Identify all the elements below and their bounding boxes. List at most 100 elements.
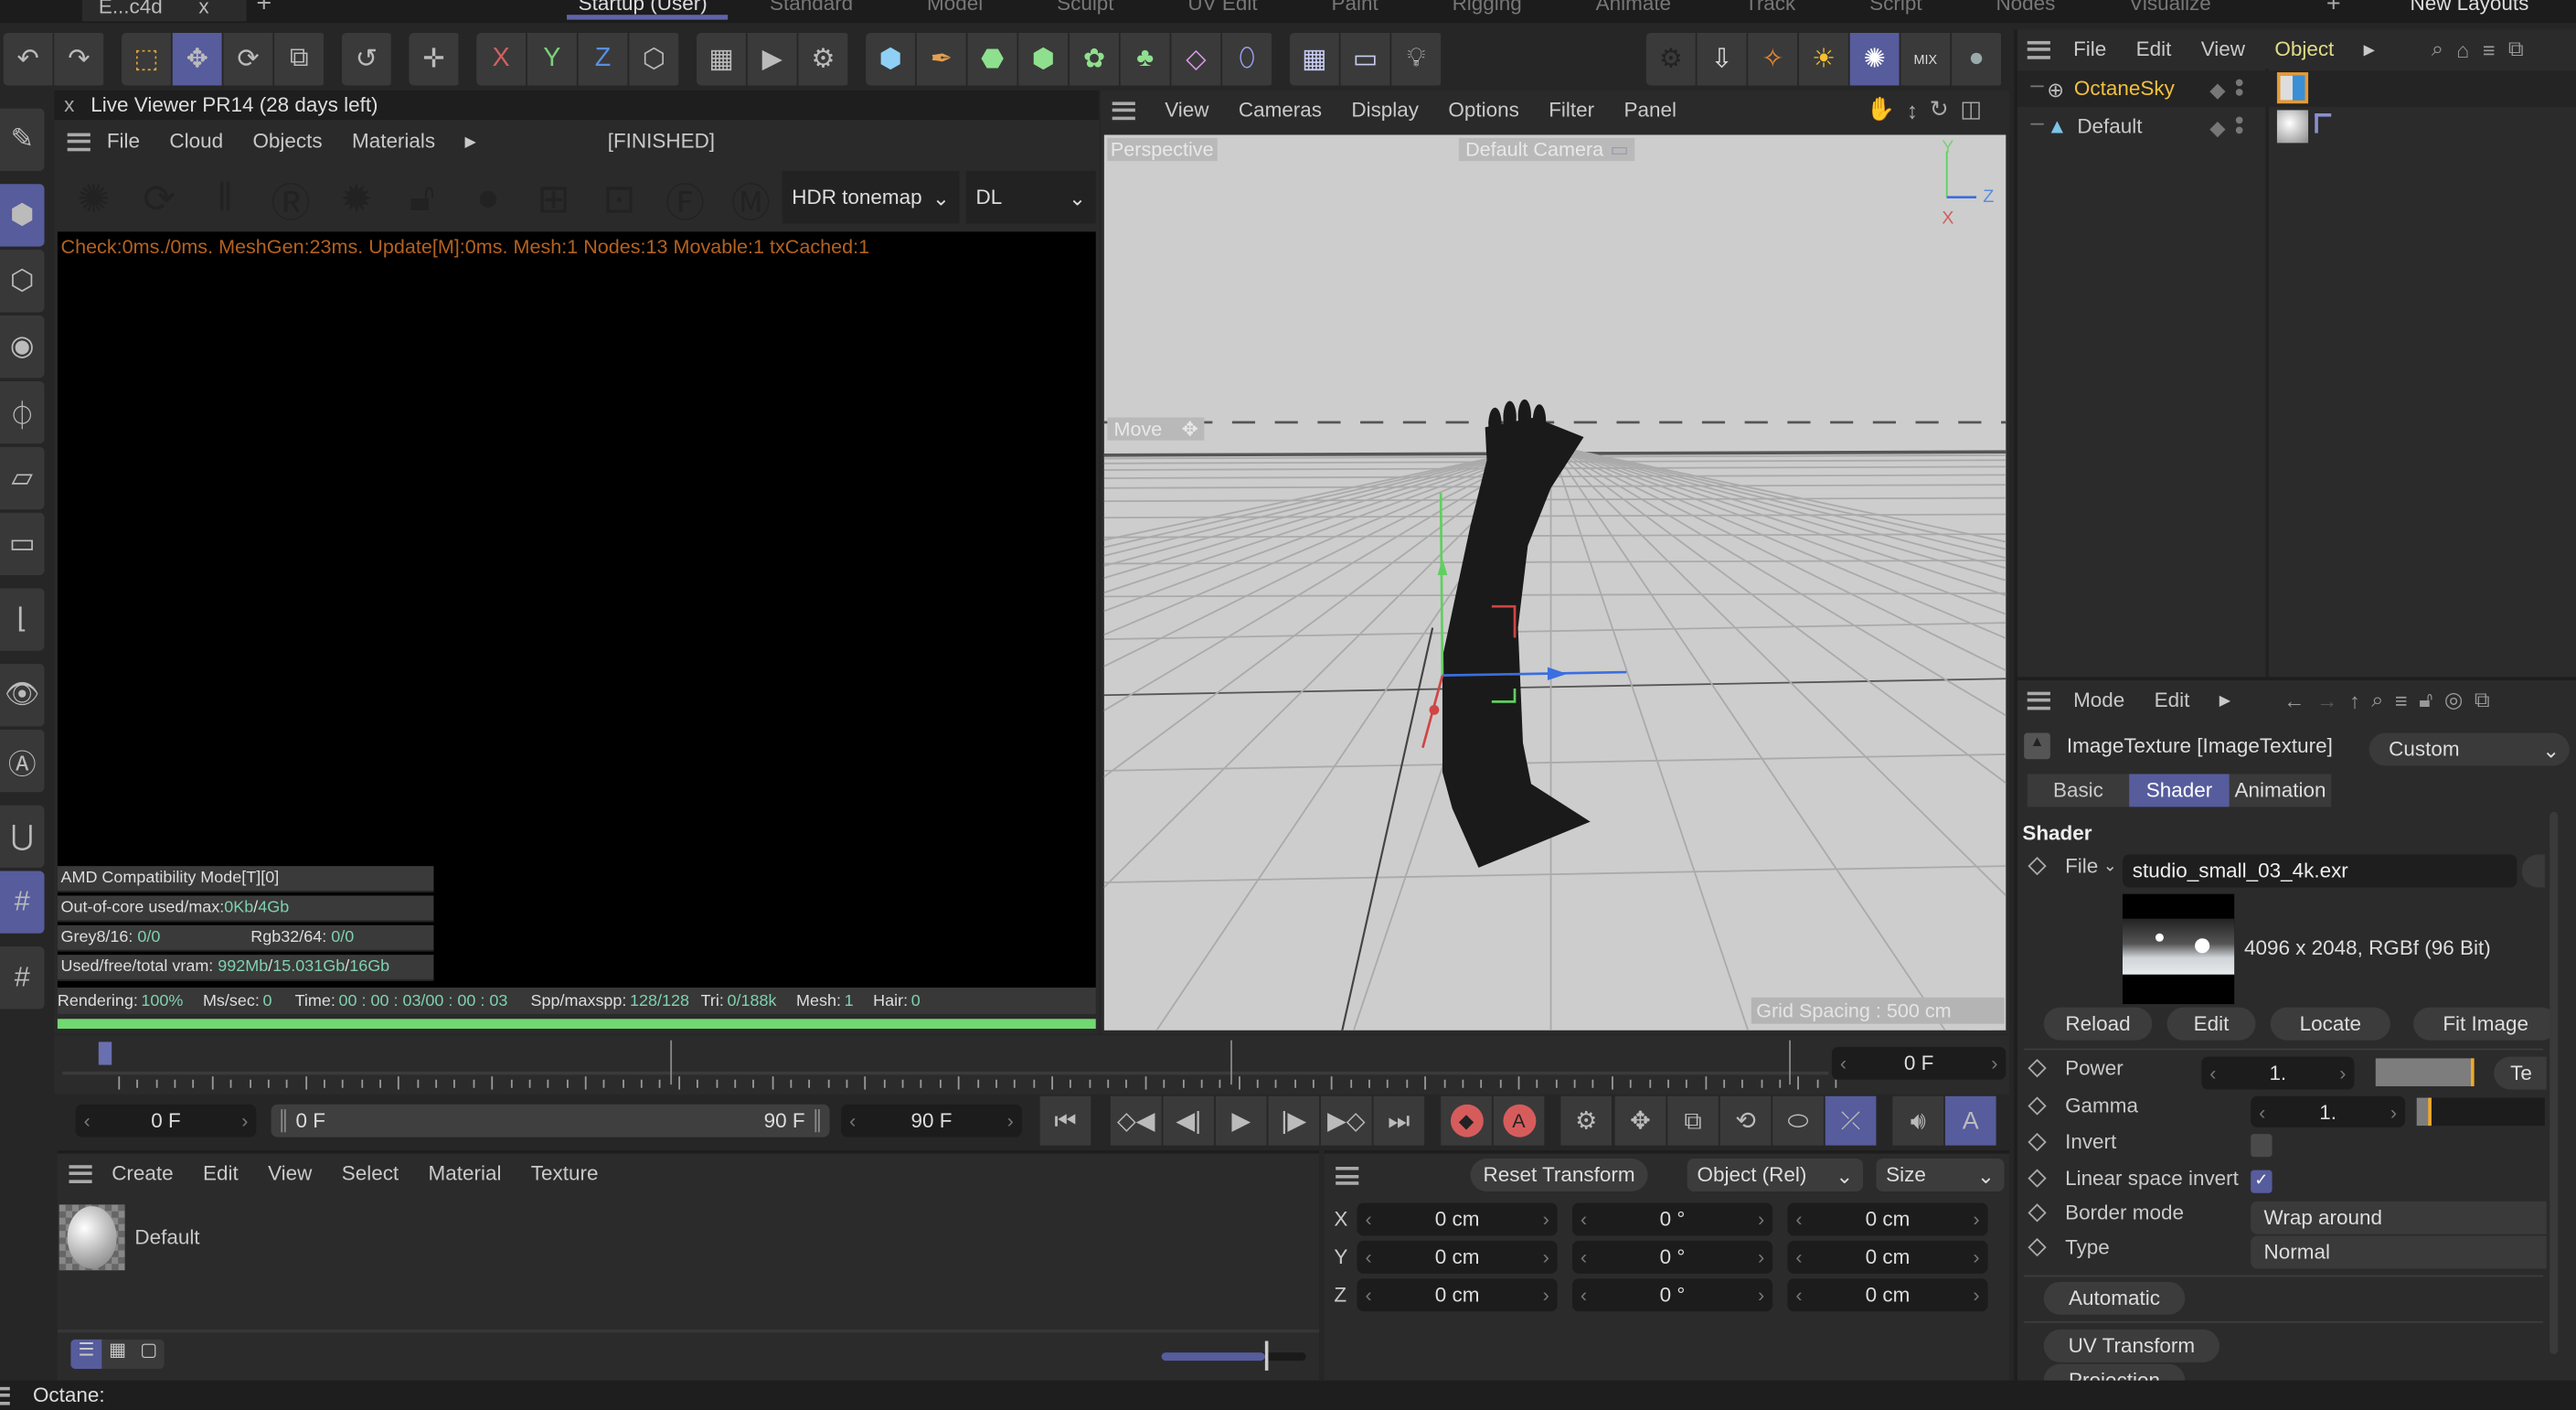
rot-y-field[interactable]: ‹ 0 ° › <box>1571 1240 1773 1274</box>
decrement-icon[interactable]: ‹ <box>1365 1208 1371 1231</box>
new-window-icon[interactable]: ⧉ <box>2475 687 2490 713</box>
cloner-icon[interactable]: ✿ <box>1069 32 1119 86</box>
layout-tab[interactable]: Startup (User) <box>579 0 708 15</box>
list-view-icon[interactable]: ☰ <box>70 1339 102 1370</box>
decrement-icon[interactable]: ‹ <box>1795 1284 1802 1307</box>
menu-icon[interactable] <box>1336 1167 1359 1185</box>
menu-edit[interactable]: Edit <box>2136 37 2172 60</box>
preset-dropdown[interactable]: Custom ⌄ <box>2368 732 2570 766</box>
y-axis-handle[interactable] <box>1439 493 1444 676</box>
new-window-icon[interactable]: ⧉ <box>2508 37 2524 63</box>
render-view[interactable]: Check:0ms./0ms. MeshGen:23ms. Update[M]:… <box>57 231 1096 988</box>
octane-mix-material-icon[interactable]: MIX <box>1900 32 1951 86</box>
deformer-icon[interactable]: ◇ <box>1171 32 1221 86</box>
coordinate-mode-dropdown[interactable]: Size ⌄ <box>1876 1159 2005 1191</box>
next-key-icon[interactable]: ▶◇ <box>1320 1095 1372 1146</box>
settings-icon[interactable]: ✹ <box>324 175 389 222</box>
rot-z-field[interactable]: ‹ 0 ° › <box>1571 1278 1773 1312</box>
increment-icon[interactable]: › <box>1758 1284 1764 1307</box>
file-path-field[interactable]: studio_small_03_4k.exr <box>2122 854 2517 888</box>
octane-tag-icon[interactable] <box>2276 72 2309 104</box>
menu-object[interactable]: Object <box>2274 37 2334 60</box>
key-rotation-icon[interactable]: ⟲ <box>1719 1095 1772 1146</box>
pause-icon[interactable]: ‖ <box>192 176 258 221</box>
play-icon[interactable]: ▶ <box>1215 1095 1267 1146</box>
pan-icon[interactable]: ✋ <box>1867 95 1895 123</box>
close-live-viewer-icon[interactable]: x <box>64 93 74 116</box>
more-menu-icon[interactable]: ▶ <box>464 133 475 151</box>
decrement-icon[interactable]: ‹ <box>2259 1100 2265 1123</box>
y-axis-lock-icon[interactable]: Y <box>527 32 577 86</box>
add-tab-icon[interactable]: + <box>256 0 271 20</box>
edges-mode-icon[interactable]: ◉ <box>0 315 45 379</box>
pos-x-field[interactable]: ‹ 0 cm › <box>1357 1202 1558 1236</box>
make-editable-icon[interactable]: ✎ <box>0 108 45 171</box>
layout-tab[interactable]: Track <box>1745 0 1795 15</box>
decrement-icon[interactable]: ‹ <box>1365 1245 1371 1268</box>
clay-mode-icon[interactable]: ⊡ <box>587 175 653 222</box>
menu-panel[interactable]: Panel <box>1623 99 1676 122</box>
layout-tab[interactable]: Paint <box>1331 0 1378 15</box>
home-icon[interactable]: ⌂ <box>2456 37 2469 61</box>
back-icon[interactable]: ← <box>2283 688 2305 712</box>
menu-edit[interactable]: Edit <box>2155 689 2190 711</box>
close-tab-icon[interactable]: x <box>198 0 208 18</box>
decrement-icon[interactable]: ‹ <box>1795 1245 1802 1268</box>
film-pin-icon[interactable]: Ⓕ <box>652 170 718 228</box>
menu-edit[interactable]: Edit <box>203 1162 239 1185</box>
gamma-field[interactable]: ‹ 1. › <box>2251 1095 2406 1127</box>
rect-select-icon[interactable]: ⬚ <box>121 32 171 86</box>
key-pla-icon[interactable]: ⤫ <box>1825 1095 1877 1146</box>
locate-button[interactable]: Locate <box>2270 1007 2390 1041</box>
increment-icon[interactable]: › <box>1973 1284 1979 1307</box>
fit-image-button[interactable]: Fit Image <box>2413 1007 2559 1041</box>
keyframe-icon[interactable] <box>2028 1237 2047 1257</box>
autokey-icon[interactable]: A <box>1493 1095 1545 1146</box>
projection-label[interactable]: Perspective <box>1107 137 1218 162</box>
menu-texture[interactable]: Texture <box>531 1162 599 1185</box>
increment-icon[interactable]: › <box>2390 1100 2397 1123</box>
material-pin-icon[interactable]: Ⓜ <box>718 170 783 228</box>
render-settings-icon[interactable]: ⚙ <box>798 32 848 86</box>
layout-tab[interactable]: Nodes <box>1996 0 2055 15</box>
octane-logo-icon[interactable]: ✺ <box>1849 32 1900 86</box>
octane-settings-icon[interactable]: ⚙ <box>1645 32 1696 86</box>
material-ball-icon[interactable]: ● <box>455 176 521 221</box>
menu-icon[interactable] <box>69 1164 92 1183</box>
increment-icon[interactable]: › <box>1543 1208 1549 1231</box>
uv-transform-group-button[interactable]: UV Transform <box>2043 1329 2220 1362</box>
scale-icon[interactable]: ⧉ <box>274 32 325 86</box>
menu-icon[interactable] <box>0 1385 10 1405</box>
power-field[interactable]: ‹ 1. › <box>2201 1056 2355 1090</box>
decrement-icon[interactable]: ‹ <box>849 1109 856 1132</box>
subdivision-icon[interactable]: ⬣ <box>967 32 1017 86</box>
lock-icon[interactable]: 🔓︎ <box>389 176 455 221</box>
layout-tab[interactable]: Standard <box>770 0 853 15</box>
add-region-icon[interactable]: ⊞ <box>521 175 587 222</box>
material-tag-icon[interactable] <box>2276 110 2309 144</box>
keyframe-icon[interactable] <box>2028 1169 2047 1188</box>
undo-icon[interactable]: ↶ <box>3 32 53 86</box>
key-position-icon[interactable]: ✥ <box>1614 1095 1666 1146</box>
increment-icon[interactable]: › <box>1007 1109 1014 1132</box>
timeline[interactable]: ‹ 0 F › <box>54 1035 2009 1095</box>
sculpt-icon[interactable]: 👁︎ <box>0 664 45 727</box>
slider-handle[interactable] <box>1265 1341 1270 1371</box>
menu-options[interactable]: Options <box>1448 99 1518 122</box>
planar-workplane-icon[interactable]: # <box>0 946 45 1009</box>
type-dropdown[interactable]: Normal <box>2251 1235 2547 1269</box>
cube-icon[interactable]: ⬢ <box>866 32 916 86</box>
menu-icon[interactable] <box>1112 101 1135 120</box>
octane-import-icon[interactable]: ⇩ <box>1697 32 1747 86</box>
visibility-dots[interactable]: ● ● <box>2234 75 2244 101</box>
preview-size-slider[interactable] <box>1161 1352 1306 1362</box>
layout-tab[interactable]: Model <box>927 0 983 15</box>
kernel-dropdown[interactable]: DL ⌄ <box>965 170 1096 224</box>
next-frame-icon[interactable]: |▶ <box>1268 1095 1320 1146</box>
key-param-icon[interactable]: ⬭ <box>1772 1095 1824 1146</box>
increment-icon[interactable]: › <box>241 1109 248 1132</box>
menu-display[interactable]: Display <box>1351 99 1419 122</box>
playhead[interactable] <box>98 1041 112 1065</box>
range-end[interactable]: 90 F <box>764 1109 820 1133</box>
menu-view[interactable]: View <box>2201 37 2245 60</box>
